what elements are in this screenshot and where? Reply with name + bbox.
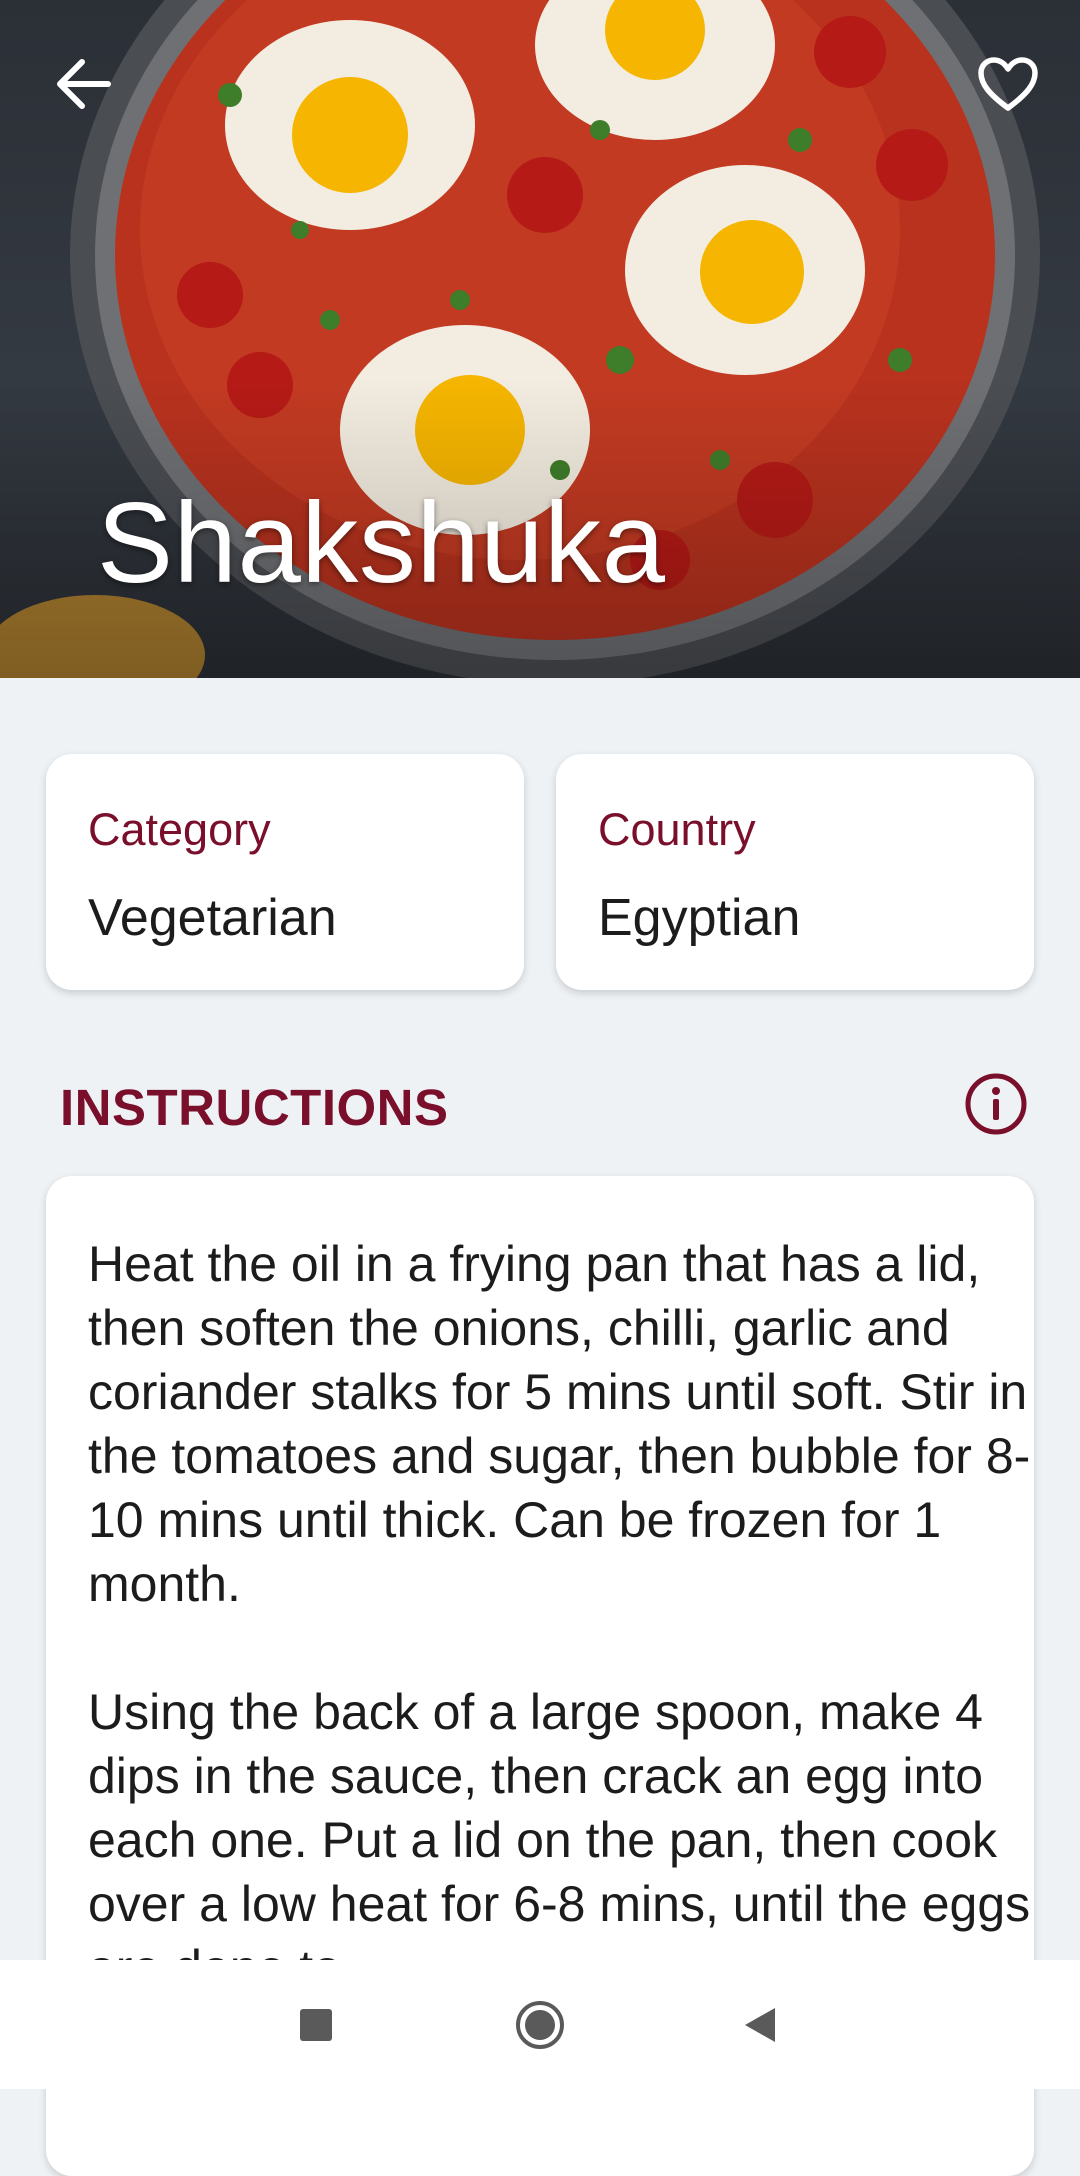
- category-label: Category: [88, 804, 271, 855]
- home-button[interactable]: [480, 1960, 600, 2089]
- recipe-title: Shakshuka: [97, 480, 666, 607]
- country-value: Egyptian: [598, 889, 801, 947]
- system-back-button[interactable]: [700, 1960, 820, 2089]
- instruction-paragraph: Using the back of a large spoon, make 4 …: [88, 1684, 1031, 1996]
- info-circle-icon: [965, 1073, 1027, 1135]
- country-label: Country: [598, 804, 756, 855]
- favorite-button[interactable]: [960, 36, 1056, 132]
- back-button[interactable]: [36, 36, 132, 132]
- country-card: Country Egyptian: [556, 754, 1034, 990]
- system-navigation-bar: [0, 1960, 1080, 2089]
- recents-button[interactable]: [256, 1960, 376, 2089]
- arrow-left-icon: [57, 59, 111, 109]
- category-value: Vegetarian: [88, 889, 337, 947]
- instructions-info-button[interactable]: [958, 1066, 1034, 1142]
- category-card: Category Vegetarian: [46, 754, 524, 990]
- triangle-back-icon: [745, 2007, 775, 2042]
- square-icon: [300, 2008, 332, 2041]
- recipe-hero-image: Shakshuka: [0, 0, 1080, 678]
- heart-outline-icon: [978, 57, 1038, 111]
- instructions-heading: INSTRUCTIONS: [60, 1079, 449, 1136]
- instructions-text: Heat the oil in a frying pan that has a …: [88, 1232, 1034, 2064]
- instruction-paragraph: Heat the oil in a frying pan that has a …: [88, 1236, 1031, 1612]
- circle-icon: [516, 2000, 564, 2049]
